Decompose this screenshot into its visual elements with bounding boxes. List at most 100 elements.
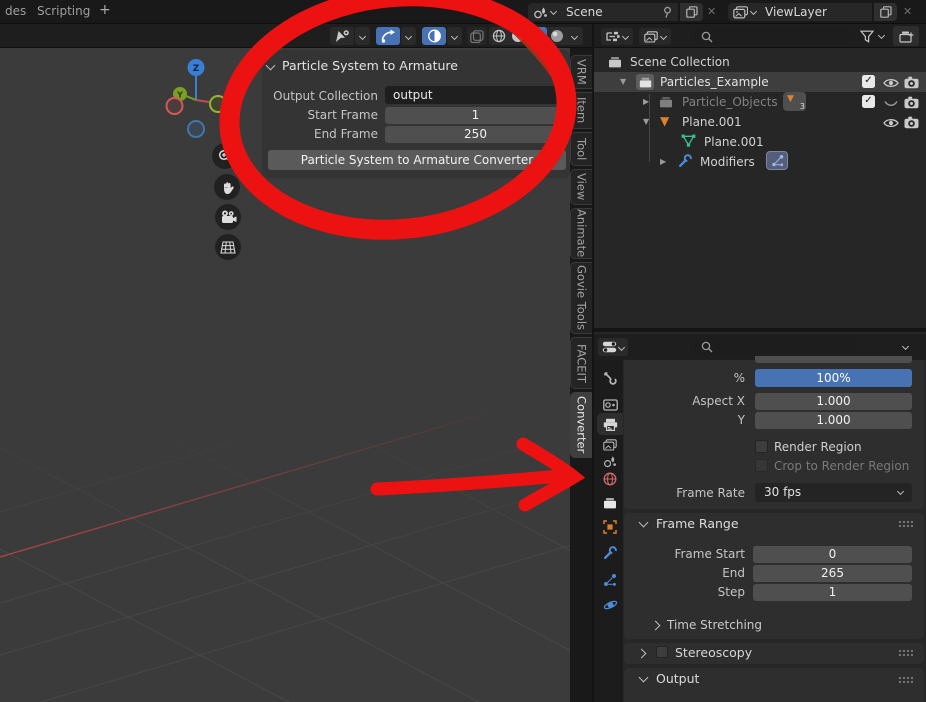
- outliner-filter-mode-button[interactable]: [639, 28, 671, 45]
- gizmo-y-neg-axis: [210, 96, 226, 112]
- frame-start-field[interactable]: 0: [753, 546, 912, 563]
- view-layer-tab-icon: [603, 439, 617, 451]
- view-layer-selector[interactable]: ViewLayer: [728, 3, 872, 21]
- convert-button[interactable]: Particle System to Armature Converter: [268, 150, 566, 170]
- outliner-search-input[interactable]: [694, 28, 854, 45]
- pan-button[interactable]: [214, 174, 240, 200]
- pointer-eye-icon: [333, 29, 351, 43]
- outliner-filter-button[interactable]: [858, 28, 876, 45]
- partial-slider[interactable]: [755, 356, 912, 363]
- frame-rate-dropdown[interactable]: 30 fps: [755, 483, 912, 502]
- shading-wireframe-button[interactable]: [489, 27, 508, 45]
- tab-world[interactable]: [597, 470, 623, 487]
- zoom-button[interactable]: [212, 143, 238, 169]
- tab-view-layer[interactable]: [597, 436, 623, 453]
- eye-icon[interactable]: [883, 117, 899, 129]
- xray-toggle-button[interactable]: [467, 27, 487, 45]
- exclude-checkbox[interactable]: ✓: [862, 95, 875, 108]
- shading-dropdown[interactable]: [566, 27, 582, 45]
- frame-range-grips[interactable]: [898, 520, 913, 527]
- aspect-x-field[interactable]: 1.000: [755, 393, 912, 410]
- end-frame-input[interactable]: 250: [385, 126, 566, 143]
- render-region-checkbox[interactable]: [755, 440, 768, 453]
- disclosure-triangle[interactable]: ▶: [660, 157, 666, 166]
- crop-region-label: Crop to Render Region: [774, 459, 909, 473]
- view-layer-new-button[interactable]: [874, 3, 897, 21]
- show-gizmo-dropdown[interactable]: [355, 27, 370, 45]
- xray-icon: [470, 30, 484, 43]
- gizmos-toggle-button[interactable]: [376, 27, 400, 45]
- exclude-checkbox[interactable]: ✓: [862, 75, 875, 88]
- camera-restrict-icon[interactable]: [904, 76, 919, 89]
- start-frame-input[interactable]: 1: [385, 107, 566, 124]
- mesh-object-icon: ▼: [660, 114, 669, 128]
- output-collection-input[interactable]: output: [385, 86, 566, 104]
- properties-search-input[interactable]: [694, 338, 856, 355]
- search-icon: [701, 341, 713, 353]
- add-workspace-button[interactable]: +: [99, 2, 111, 18]
- camera-restrict-icon[interactable]: [904, 96, 919, 109]
- scene-new-button[interactable]: [680, 3, 703, 21]
- percent-slider[interactable]: 100%: [755, 369, 912, 387]
- stereoscopy-title[interactable]: Stereoscopy: [675, 645, 752, 660]
- outliner-row-plane-mesh[interactable]: Plane.001: [704, 135, 764, 149]
- frame-step-label: Step: [600, 585, 745, 599]
- output-title[interactable]: Output: [656, 671, 699, 686]
- outliner-display-mode-button[interactable]: [601, 28, 633, 45]
- show-gizmo-button[interactable]: [330, 27, 354, 45]
- pin-icon[interactable]: [662, 6, 673, 18]
- time-stretching-title[interactable]: Time Stretching: [667, 618, 762, 632]
- shading-solid-button[interactable]: [508, 27, 527, 45]
- stereoscopy-checkbox[interactable]: [656, 646, 668, 658]
- sidebar-tab-faceit[interactable]: FACEIT: [570, 337, 592, 389]
- tab-scene[interactable]: [597, 453, 623, 470]
- gizmo-x-neg-axis: [167, 98, 183, 114]
- sidebar-tab-tool[interactable]: Tool: [570, 132, 592, 166]
- workspace-tab-scripting[interactable]: Scripting: [37, 4, 90, 18]
- orthographic-toggle-button[interactable]: [215, 234, 241, 260]
- sidebar-tab-vrm[interactable]: VRM: [570, 55, 592, 89]
- disclosure-triangle[interactable]: ▼: [643, 117, 649, 126]
- scene-name: Scene: [566, 5, 603, 19]
- navigation-gizmo[interactable]: Z Y: [160, 52, 232, 140]
- frame-range-title[interactable]: Frame Range: [656, 516, 739, 531]
- output-grips[interactable]: [898, 676, 913, 683]
- stereoscopy-grips[interactable]: [898, 649, 913, 656]
- sidebar-tab-item[interactable]: Item: [570, 92, 592, 129]
- scene-selector[interactable]: Scene: [528, 3, 678, 21]
- disclosure-triangle[interactable]: ▶: [643, 97, 649, 106]
- shading-rendered-button[interactable]: [547, 27, 566, 45]
- camera-view-button[interactable]: [215, 204, 241, 230]
- new-collection-button[interactable]: [893, 26, 919, 46]
- camera-restrict-icon[interactable]: [904, 116, 919, 129]
- panel-drag-grips[interactable]: [546, 62, 561, 69]
- workspace-tab-partial[interactable]: des: [5, 4, 26, 18]
- disclosure-triangle[interactable]: ▼: [620, 77, 626, 86]
- outliner-row-particle-objects[interactable]: Particle_Objects: [682, 95, 778, 109]
- outliner-row-modifiers[interactable]: Modifiers: [700, 155, 755, 169]
- properties-editor-type-button[interactable]: [598, 338, 628, 356]
- scene-unlink-button[interactable]: ✕: [707, 5, 716, 18]
- overlays-toggle-button[interactable]: [422, 27, 446, 45]
- aspect-y-field[interactable]: 1.000: [755, 412, 912, 429]
- crop-region-checkbox[interactable]: [755, 459, 768, 472]
- sidebar-tab-converter[interactable]: Converter: [570, 392, 592, 458]
- frame-step-field[interactable]: 1: [753, 584, 912, 601]
- overlays-dropdown[interactable]: [447, 27, 462, 45]
- shading-material-button[interactable]: [527, 27, 547, 45]
- sidebar-tab-view[interactable]: View: [570, 169, 592, 205]
- outliner-row-particles-example[interactable]: Particles_Example: [660, 75, 769, 89]
- hand-icon: [220, 180, 235, 195]
- chevron-down-icon: [897, 488, 904, 495]
- frame-end-field[interactable]: 265: [753, 565, 912, 582]
- eye-closed-icon[interactable]: [883, 99, 899, 109]
- panel-title[interactable]: Particle System to Armature: [282, 58, 458, 73]
- sidebar-tab-govie-tools[interactable]: Govie Tools: [570, 262, 592, 334]
- tab-object[interactable]: [597, 518, 623, 535]
- outliner-row-scene-collection[interactable]: Scene Collection: [630, 55, 730, 69]
- view-layer-remove-button[interactable]: ✕: [903, 5, 912, 18]
- outliner-row-plane-object[interactable]: Plane.001: [682, 115, 742, 129]
- eye-icon[interactable]: [883, 77, 899, 89]
- gizmos-dropdown[interactable]: [401, 27, 416, 45]
- sidebar-tab-animate[interactable]: Animate: [570, 208, 592, 259]
